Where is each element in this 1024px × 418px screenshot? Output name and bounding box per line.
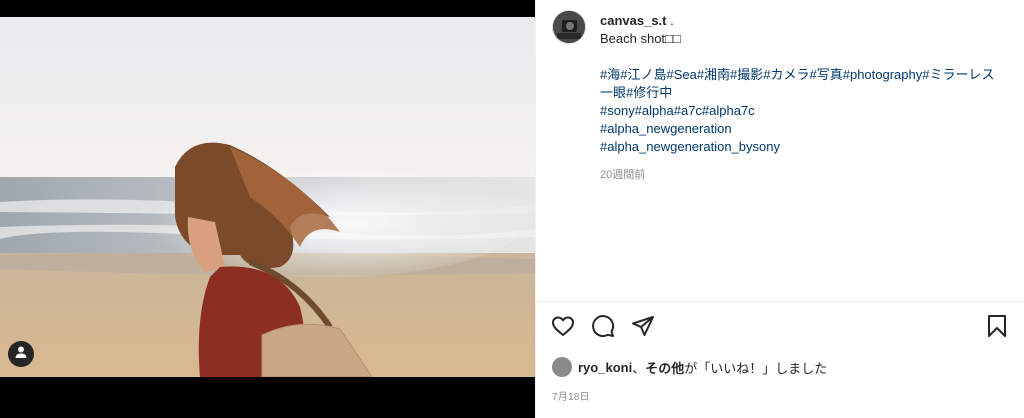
username-suffix: . bbox=[666, 13, 674, 28]
paper-plane-icon bbox=[631, 314, 655, 343]
liker-username[interactable]: ryo_koni bbox=[578, 360, 632, 375]
liker-avatar[interactable] bbox=[552, 357, 572, 377]
share-button[interactable] bbox=[630, 315, 656, 341]
heart-icon bbox=[551, 314, 575, 343]
comment-button[interactable] bbox=[590, 314, 616, 343]
caption-time-ago: 20週間前 bbox=[600, 169, 646, 181]
section-divider bbox=[536, 301, 1024, 302]
bookmark-icon bbox=[986, 314, 1008, 343]
post-date[interactable]: 7月18日 bbox=[552, 388, 590, 403]
hashtag-line[interactable]: #sony#alpha#a7c#alpha7c bbox=[600, 102, 1005, 120]
like-button[interactable] bbox=[550, 315, 576, 341]
likes-others-link[interactable]: その他 bbox=[645, 358, 684, 377]
hashtag-line[interactable]: #alpha_newgeneration_bysony bbox=[600, 138, 1005, 156]
post-media-panel bbox=[0, 0, 535, 418]
likes-suffix: が「いいね！」しました bbox=[684, 360, 828, 376]
caption-text: Beach shot□□ bbox=[600, 31, 681, 46]
post-side-panel: canvas_s.t . Beach shot□□ #海#江ノ島#Sea#湘南#… bbox=[535, 0, 1024, 418]
save-button[interactable] bbox=[984, 314, 1010, 343]
hashtag-line[interactable]: #海#江ノ島#Sea#湘南#撮影#カメラ#写真#photography#ミラーレ… bbox=[600, 66, 1005, 102]
action-bar bbox=[550, 314, 656, 343]
likes-summary: ryo_koni、その他 が「いいね！」しました bbox=[552, 357, 827, 377]
comment-bubble-icon bbox=[591, 314, 615, 343]
hashtag-line[interactable]: #alpha_newgeneration bbox=[600, 120, 1005, 138]
tagged-user-button[interactable] bbox=[8, 341, 34, 367]
user-icon bbox=[14, 345, 28, 364]
post-caption: canvas_s.t . Beach shot□□ #海#江ノ島#Sea#湘南#… bbox=[600, 12, 1005, 156]
post-photo[interactable] bbox=[0, 17, 535, 377]
hashtag-block: #海#江ノ島#Sea#湘南#撮影#カメラ#写真#photography#ミラーレ… bbox=[600, 66, 1005, 156]
likes-separator: 、 bbox=[632, 360, 646, 376]
author-avatar[interactable] bbox=[552, 10, 586, 44]
author-username[interactable]: canvas_s.t bbox=[600, 13, 667, 28]
